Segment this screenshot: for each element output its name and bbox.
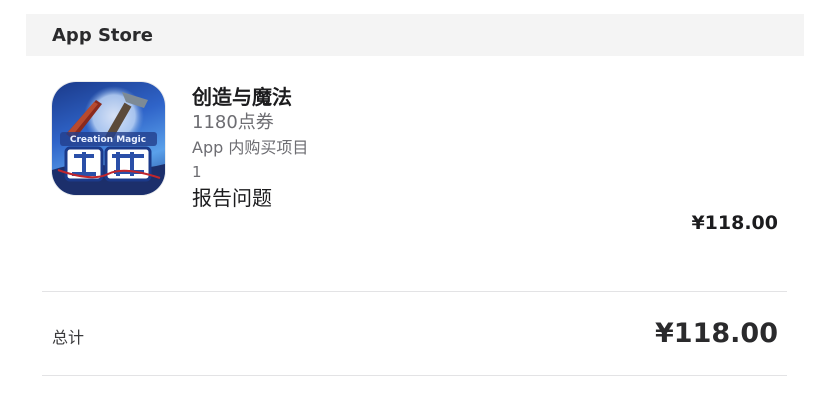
total-label: 总计	[52, 328, 85, 347]
divider	[42, 291, 787, 292]
app-game-icon: Creation Magic	[52, 82, 165, 195]
item-amount: 1180点券	[192, 112, 274, 133]
purchase-item-info: 创造与魔法 1180点券 App 内购买项目 1 报告问题	[192, 84, 308, 212]
section-header: App Store	[26, 14, 804, 56]
receipt-page: App Store Creation Magic 创造与魔法 1180点券 Ap…	[0, 0, 828, 409]
total-value: ¥118.00	[655, 318, 778, 349]
purchase-type: App 内购买项目	[192, 138, 309, 157]
section-title: App Store	[52, 24, 153, 46]
icon-logo-text: Creation Magic	[70, 135, 146, 145]
item-price: ¥118.00	[691, 212, 778, 234]
report-problem-link[interactable]: 报告问题	[192, 184, 308, 212]
item-quantity: 1	[192, 163, 202, 181]
app-name: 创造与魔法	[192, 85, 292, 109]
divider-bottom	[42, 375, 787, 376]
